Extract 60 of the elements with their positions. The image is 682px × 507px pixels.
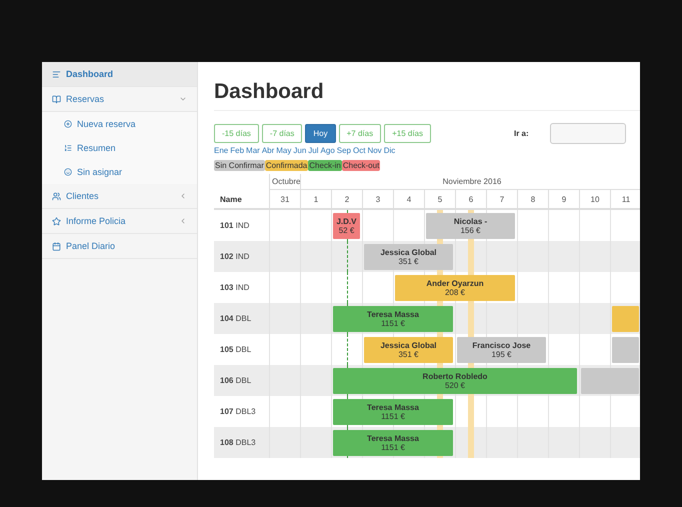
month-link[interactable]: Ene [214,146,228,155]
date-nav-button[interactable]: -7 días [262,124,302,143]
booking-bar[interactable]: Jessica Global 351 € [364,244,453,270]
menu-icon [52,94,61,104]
menu-icon [64,144,72,152]
menu-icon [52,70,61,78]
month-link[interactable]: Abr [262,146,274,155]
month-link[interactable]: Dic [384,146,396,155]
sidebar-item[interactable]: Informe Policia [42,209,197,234]
month-link[interactable]: Mar [246,146,260,155]
chevron-left-icon [179,217,187,225]
status-legend-tag: Sin Confirmar [214,160,265,171]
booking-bar[interactable]: Jessica Global 351 € [364,336,453,362]
status-legend-tag: Confirmada [264,160,308,171]
month-link[interactable]: May [276,146,292,155]
booking-bar[interactable]: Teresa Massa 1151 € [333,398,453,424]
page-title: Dashboard [214,80,640,111]
submenu-item[interactable]: Nueva reserva [42,112,197,136]
booking-bar[interactable]: Teresa Massa 1151 € [333,430,453,456]
month-header: Octubre [269,174,300,190]
month-link[interactable]: Sep [336,146,351,155]
status-legend-tag: Check-out [342,160,380,171]
date-nav-button[interactable]: +15 días [384,124,431,143]
menu-icon [52,216,61,226]
sidebar-item[interactable]: Clientes [42,184,197,209]
booking-bar[interactable]: Ander Oyarzun 208 € [395,274,515,300]
booking-bar[interactable]: Nicolas - 156 € [426,212,515,238]
booking-bar[interactable]: Roberto Robledo 520 € [333,368,577,394]
submenu-item[interactable]: Resumen [42,136,197,160]
booking-bar[interactable]: Francisco Jose 195 € [457,336,546,362]
room-cell: 106 DBL [214,365,269,396]
booking-bar[interactable] [612,336,639,362]
chevron-left-icon [179,192,187,200]
menu-icon [52,242,61,250]
month-header: Noviembre 2016 [300,174,640,190]
date-nav-button[interactable]: +7 días [338,124,382,143]
booking-bar[interactable]: J.D.V 52 € [333,212,360,238]
date-nav-button[interactable]: Hoy [305,124,336,143]
room-cell: 102 IND [214,241,269,272]
goto-label: Ir a: [514,129,529,138]
month-link[interactable]: Nov [367,146,382,155]
month-link[interactable]: Feb [230,146,244,155]
month-link[interactable]: Ago [320,146,335,155]
month-link[interactable]: Jun [293,146,306,155]
status-legend-tag: Check-in [308,160,342,171]
booking-bar[interactable] [581,368,639,394]
menu-icon [52,192,61,200]
booking-bar[interactable]: Teresa Massa 1151 € [333,306,453,332]
sidebar-item[interactable]: Panel Diario [42,234,197,259]
menu-icon [64,120,72,128]
date-input-field[interactable] [550,123,626,144]
chevron-down-icon [179,95,187,103]
sidebar-item[interactable]: Dashboard [42,62,197,87]
month-link[interactable]: Oct [353,146,366,155]
menu-icon [64,168,72,176]
submenu-item[interactable]: Sin asignar [42,160,197,184]
month-link[interactable]: Jul [308,146,319,155]
room-cell: 108 DBL3 [214,427,269,458]
date-nav-button[interactable]: -15 días [214,124,259,143]
room-cell: 104 DBL [214,303,269,334]
